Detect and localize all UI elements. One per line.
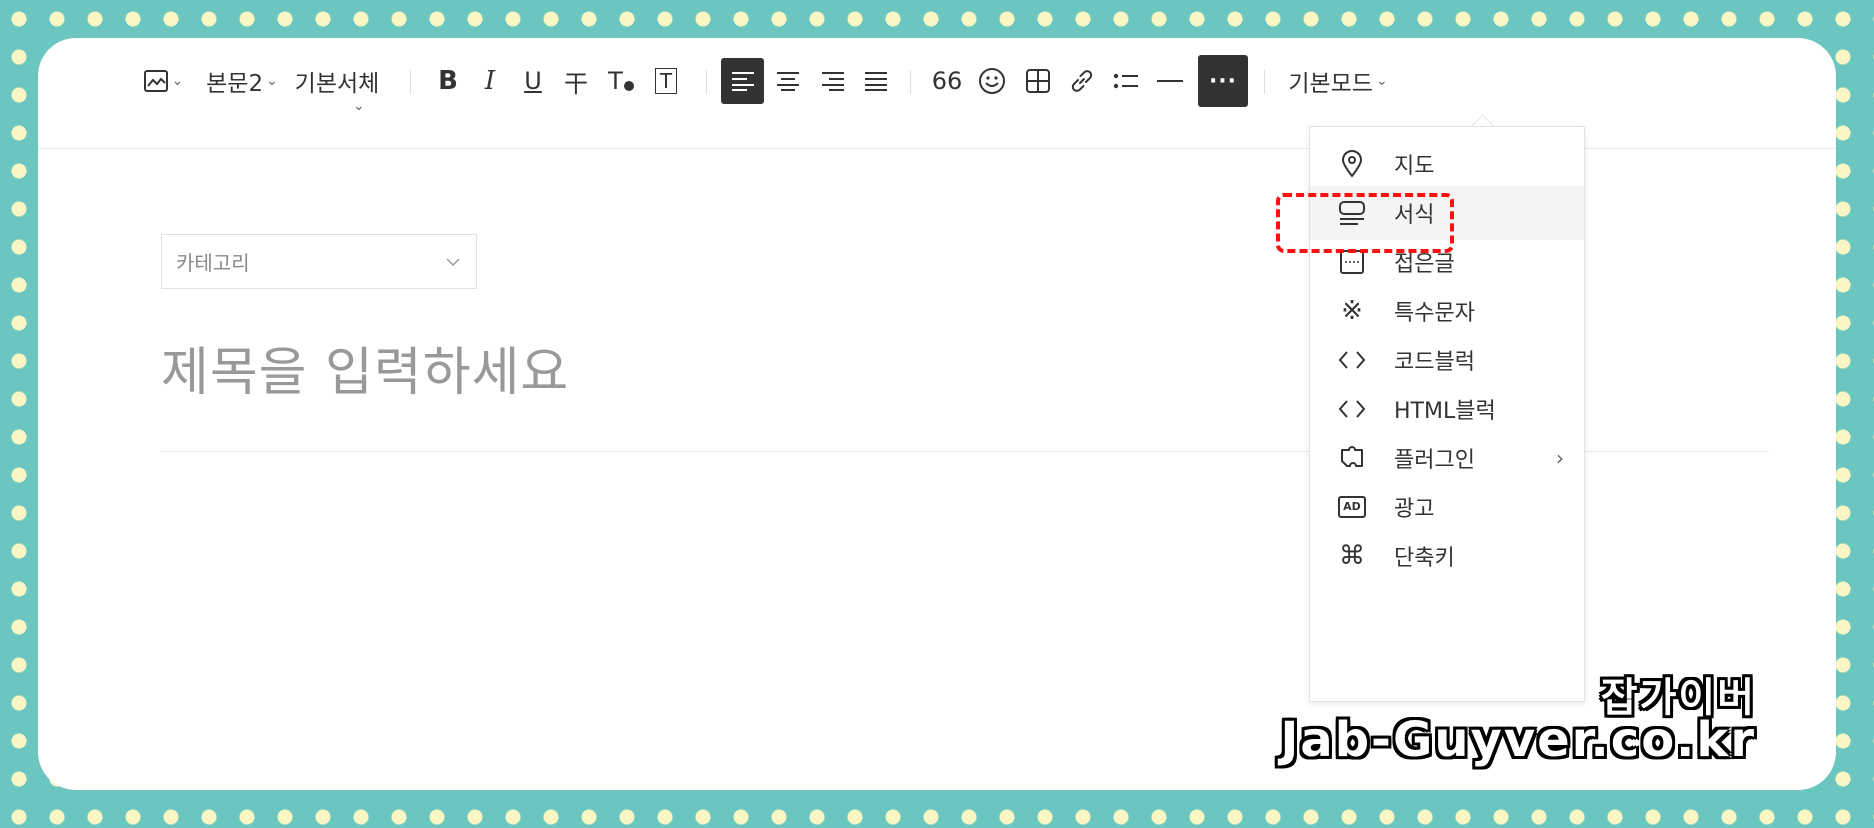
- emoticon-button[interactable]: [972, 55, 1012, 107]
- plugin-icon: [1334, 444, 1370, 472]
- align-center-icon: [777, 72, 799, 91]
- menu-item-plugin[interactable]: 플러그인 ›: [1310, 431, 1584, 485]
- color-dot-icon: [623, 81, 634, 91]
- insert-image-button[interactable]: ⌄: [138, 55, 188, 107]
- list-button[interactable]: [1106, 55, 1146, 107]
- text-color-button[interactable]: T: [601, 55, 641, 107]
- command-icon: ⌘: [1339, 541, 1365, 571]
- table-icon: [1026, 69, 1050, 93]
- chevron-down-icon: ⌄: [353, 98, 365, 114]
- menu-item-shortcuts[interactable]: ⌘ 단축키: [1310, 529, 1584, 583]
- menu-item-map[interactable]: 지도: [1310, 137, 1584, 191]
- chevron-down-icon: ⌄: [1375, 73, 1388, 89]
- category-select[interactable]: 카테고리: [161, 234, 477, 289]
- align-left-button[interactable]: [721, 58, 764, 104]
- html-icon: [1334, 399, 1370, 419]
- special-char-icon: ※: [1341, 296, 1363, 326]
- chevron-down-icon: ⌄: [266, 73, 278, 89]
- toolbar-divider: [1264, 70, 1265, 94]
- menu-item-label: 코드블럭: [1394, 350, 1475, 375]
- category-label: 카테고리: [176, 251, 250, 275]
- text-color-icon: T: [608, 67, 623, 95]
- chevron-right-icon: ›: [1556, 446, 1564, 470]
- menu-item-label: 지도: [1394, 154, 1435, 179]
- menu-item-label: 플러그인: [1394, 448, 1475, 473]
- underline-button[interactable]: U: [515, 55, 551, 107]
- horizontal-line-icon: [1157, 80, 1183, 82]
- chevron-down-icon: ⌄: [171, 73, 184, 89]
- align-right-icon: [822, 72, 844, 91]
- bold-button[interactable]: B: [430, 55, 466, 107]
- map-pin-icon: [1334, 150, 1370, 178]
- italic-button[interactable]: I: [472, 55, 508, 107]
- align-justify-button[interactable]: [856, 55, 896, 107]
- align-center-button[interactable]: [768, 55, 808, 107]
- align-left-icon: [731, 72, 754, 91]
- menu-item-html-block[interactable]: HTML블럭: [1310, 382, 1584, 436]
- align-justify-icon: [865, 72, 887, 91]
- menu-item-special-char[interactable]: ※ 특수문자: [1310, 284, 1584, 338]
- link-icon: [1071, 70, 1093, 92]
- italic-icon: I: [484, 66, 496, 96]
- quote-icon: 66: [931, 67, 963, 95]
- bullet-list-icon: [1113, 73, 1138, 89]
- table-button[interactable]: [1018, 55, 1058, 107]
- menu-item-code-block[interactable]: 코드블럭: [1310, 333, 1584, 387]
- font-label: 기본서체: [294, 71, 380, 97]
- underline-icon: U: [524, 67, 542, 95]
- link-button[interactable]: [1062, 55, 1102, 107]
- menu-item-ad[interactable]: AD 광고: [1310, 480, 1584, 534]
- divider-button[interactable]: [1150, 55, 1190, 107]
- toolbar-divider: [410, 70, 411, 94]
- toolbar-divider: [706, 70, 707, 94]
- editor-mode-select[interactable]: 기본모드 ⌄: [1278, 55, 1398, 107]
- bold-icon: B: [438, 66, 458, 96]
- paragraph-style-label: 본문2: [206, 71, 264, 97]
- font-select[interactable]: 기본서체: [292, 55, 382, 107]
- menu-item-label: HTML블럭: [1394, 399, 1496, 424]
- editor-mode-label: 기본모드: [1288, 71, 1373, 97]
- more-button[interactable]: ···: [1198, 55, 1248, 107]
- menu-item-label: 광고: [1394, 497, 1435, 522]
- align-right-button[interactable]: [813, 55, 853, 107]
- strikethrough-icon: 干: [564, 69, 588, 98]
- menu-item-label: 단축키: [1394, 546, 1455, 571]
- code-icon: [1334, 350, 1370, 370]
- image-icon: [143, 68, 169, 94]
- watermark-url: Jab-Guyver.co.kr: [1280, 712, 1756, 768]
- paragraph-style-select[interactable]: 본문2 ⌄: [202, 55, 282, 107]
- ad-icon-text: AD: [1338, 496, 1366, 518]
- strikethrough-button[interactable]: 干: [558, 55, 594, 107]
- highlight-box: [1276, 193, 1454, 253]
- text-background-button[interactable]: T: [648, 55, 684, 107]
- smiley-icon: [979, 68, 1005, 94]
- ad-icon: AD: [1334, 496, 1370, 518]
- toolbar-divider: [910, 70, 911, 94]
- chevron-down-icon: [446, 257, 460, 266]
- menu-item-label: 특수문자: [1394, 301, 1475, 326]
- title-input[interactable]: 제목을 입력하세요: [161, 330, 569, 405]
- quote-button[interactable]: 66: [926, 55, 968, 107]
- editor-panel: ⌄ 본문2 ⌄ 기본서체 ⌄ B I U 干 T T 66 ··· 기본모드 ⌄…: [38, 38, 1836, 790]
- more-icon: ···: [1208, 68, 1238, 94]
- text-background-icon: T: [654, 68, 678, 94]
